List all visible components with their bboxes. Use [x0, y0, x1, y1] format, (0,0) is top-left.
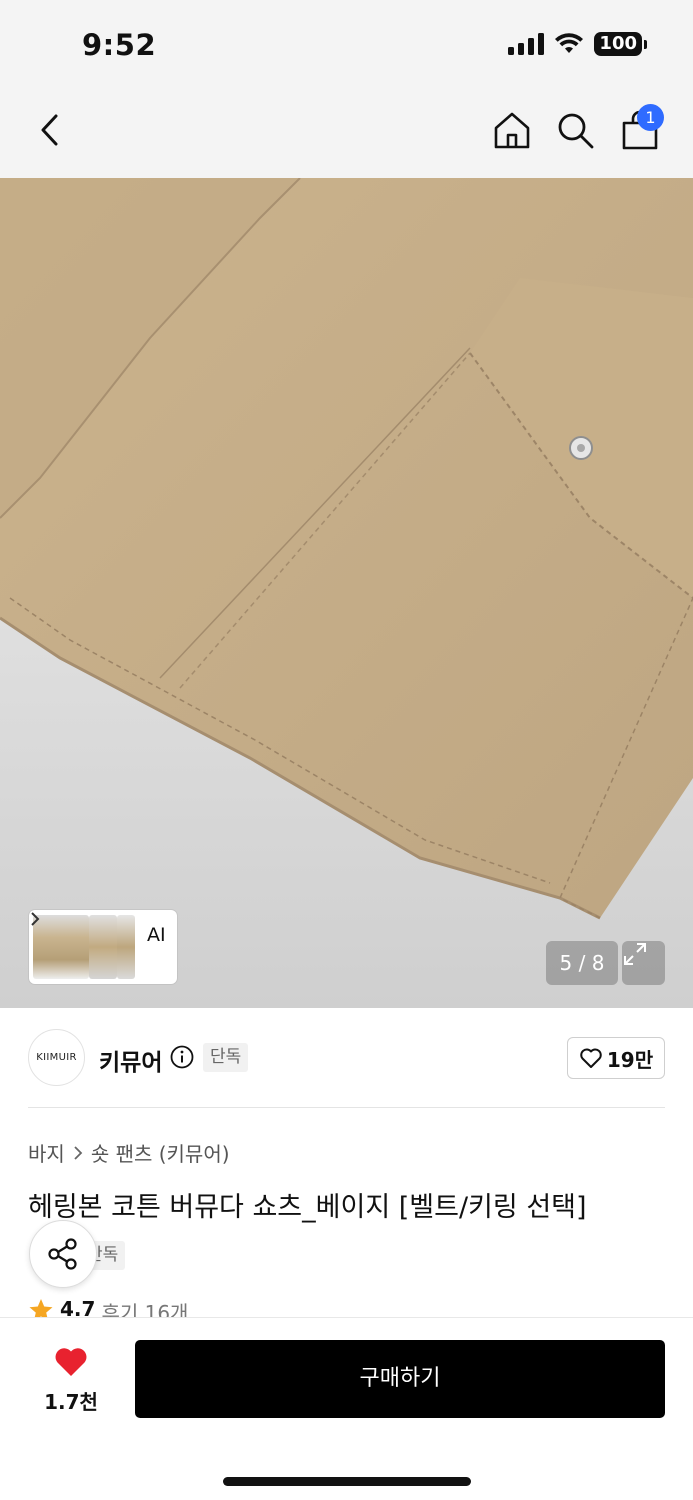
top-nav-bar [0, 88, 693, 178]
star-icon [29, 1299, 53, 1319]
brand-row: KIIMUIR 키뮤어 단독 19만 [0, 1008, 693, 1108]
rating-score: 4.7 [60, 1297, 96, 1319]
review-count: 후기 16개 [101, 1301, 189, 1319]
expand-icon [624, 943, 646, 965]
battery-level: 100 [594, 32, 642, 56]
share-button[interactable] [29, 1220, 97, 1288]
product-image-gallery[interactable]: AI 5 / 8 [0, 178, 693, 1008]
wishlist-count: 1.7천 [44, 1390, 98, 1414]
buy-button[interactable]: 구매하기 [135, 1340, 665, 1418]
wishlist-button[interactable]: 1.7천 [40, 1346, 102, 1415]
cart-count-badge: 1 [637, 104, 664, 131]
info-icon[interactable] [170, 1045, 194, 1069]
brand-like-count: 19만 [606, 1047, 654, 1072]
battery-icon: 100 [594, 32, 647, 56]
chevron-right-icon [74, 1145, 83, 1160]
ai-similar-items-card[interactable]: AI [29, 910, 177, 984]
cellular-signal-icon [508, 33, 545, 55]
breadcrumb-category[interactable]: 바지 [28, 1138, 65, 1167]
product-title: 헤링본 코튼 버뮤다 쇼츠_베이지 [벨트/키링 선택] [28, 1192, 587, 1223]
brand-like-button[interactable]: 19만 [567, 1037, 665, 1079]
rating-row[interactable]: 4.7 후기 16개 [28, 1297, 188, 1319]
home-icon [494, 112, 530, 149]
search-button[interactable] [553, 108, 597, 152]
heart-filled-icon [55, 1348, 87, 1376]
product-photo [0, 178, 693, 920]
exclusive-badge: 단독 [203, 1043, 249, 1072]
share-icon [48, 1238, 77, 1270]
thumbnail-image [33, 915, 89, 979]
back-icon [41, 114, 58, 146]
chevron-right-icon [31, 912, 40, 926]
breadcrumb: 바지 숏 팬츠 (키뮤어) [28, 1138, 230, 1167]
back-button[interactable] [28, 108, 72, 152]
home-indicator [223, 1477, 471, 1486]
status-time: 9:52 [82, 28, 157, 62]
heart-outline-icon [580, 1048, 602, 1068]
thumbnail-image [117, 915, 135, 979]
brand-logo[interactable]: KIIMUIR [28, 1029, 85, 1086]
brand-name[interactable]: 키뮤어 [99, 1043, 162, 1077]
status-bar: 9:52 100 [0, 0, 693, 88]
status-indicators: 100 [508, 32, 647, 56]
wifi-icon [555, 33, 584, 53]
bottom-action-bar: 1.7천 구매하기 [0, 1317, 693, 1500]
ai-label: AI [147, 924, 166, 946]
fullscreen-button[interactable] [622, 941, 665, 985]
breadcrumb-subcategory[interactable]: 숏 팬츠 (키뮤어) [91, 1138, 230, 1167]
home-button[interactable] [490, 108, 534, 152]
image-counter: 5 / 8 [546, 941, 618, 985]
divider [28, 1107, 665, 1108]
search-icon [558, 113, 594, 149]
thumbnail-image [89, 915, 117, 979]
